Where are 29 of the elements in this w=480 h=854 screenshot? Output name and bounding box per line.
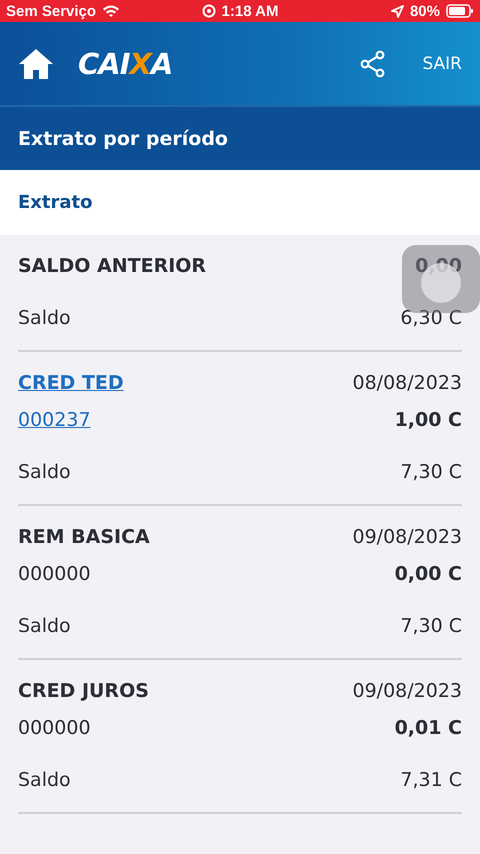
- balance-label: Saldo: [18, 768, 71, 790]
- clock-text: 1:18 AM: [222, 2, 278, 20]
- logo: CAIXA: [78, 46, 172, 80]
- page-title: Extrato por período: [0, 105, 480, 170]
- balance-label: Saldo: [18, 460, 71, 482]
- balance-amount: 7,30 C: [400, 460, 462, 482]
- entry-date: 09/08/2023: [352, 680, 462, 702]
- battery-percent: 80%: [410, 2, 440, 20]
- balance-amount: 6,30 C: [400, 306, 462, 328]
- entry-amount: 1,00 C: [394, 408, 462, 430]
- entry-amount: 0,01 C: [394, 716, 462, 738]
- balance-label: Saldo: [18, 614, 71, 636]
- entry-date: 08/08/2023: [352, 372, 462, 394]
- balance-amount: 7,31 C: [400, 768, 462, 790]
- balance-amount: 7,30 C: [400, 614, 462, 636]
- balance-label: Saldo: [18, 306, 71, 328]
- carrier-text: Sem Serviço: [6, 2, 96, 20]
- logout-button[interactable]: SAIR: [422, 54, 462, 74]
- entry-amount: 0,00: [415, 254, 462, 276]
- entry-title: SALDO ANTERIOR: [18, 254, 206, 276]
- document-link[interactable]: 000237: [18, 408, 91, 430]
- entry-title-link[interactable]: CRED TED: [18, 372, 124, 394]
- entry-date: 09/08/2023: [352, 526, 462, 548]
- entry-amount: 0,00 C: [394, 562, 462, 584]
- entry-title: CRED JUROS: [18, 680, 149, 702]
- document-number: 000000: [18, 562, 91, 584]
- entry-title: REM BASICA: [18, 526, 150, 548]
- document-number: 000000: [18, 716, 91, 738]
- section-title: Extrato: [0, 170, 480, 235]
